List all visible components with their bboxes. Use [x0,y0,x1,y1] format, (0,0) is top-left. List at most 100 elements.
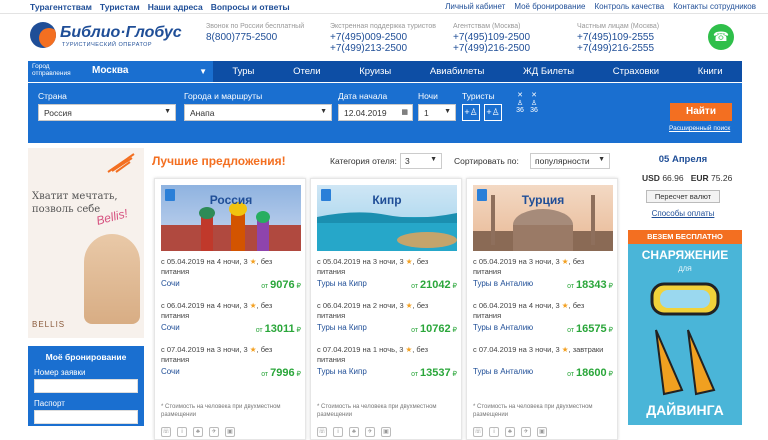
offer-item[interactable]: с 06.04.2019 на 4 ночи, 3 ★, без питания… [473,301,613,351]
promo-banner[interactable]: Хватит мечтать, позволь себе Bellis! BEL… [28,148,144,338]
country-label: Страна [38,91,67,101]
phone-number[interactable]: +7(499)213-2500 [330,43,436,54]
ad-title: СНАРЯЖЕНИЕ [641,248,729,262]
link-my-booking[interactable]: Моё бронирование [514,2,585,11]
payment-methods-link[interactable]: Способы оплаты [624,209,742,218]
nav-item-books[interactable]: Книги [698,66,723,77]
link-tourists[interactable]: Туристам [100,2,140,12]
offer-destination[interactable]: Туры в Анталию [473,367,533,376]
sort-select[interactable]: популярности ▼ [530,153,610,169]
booking-title: Моё бронирование [45,352,127,362]
offer-dates: с 07.04.2019 на 3 ночи, 3 [473,345,560,354]
offer-item[interactable]: с 05.04.2019 на 3 ночи, 3 ★, без питания… [473,257,613,307]
child-slot-1[interactable]: ✕ ♙ 36 [514,91,526,114]
offer-price[interactable]: от 9076 ₽ [261,279,301,291]
phone-label: Агентствам (Москва) [453,23,521,30]
star-icon: ★ [561,301,569,310]
departure-city-value: Москва [92,65,129,76]
offer-dates: с 05.04.2019 на 3 ночи, 3 [317,257,404,266]
star-icon: ★ [561,345,569,354]
order-number-input[interactable] [34,379,138,393]
nav-item-hotels[interactable]: Отели [293,66,320,77]
destination-image[interactable]: Кипр [317,185,457,251]
offer-price[interactable]: от 18343 ₽ [567,279,613,291]
destination-image[interactable]: Турция [473,185,613,251]
date-input[interactable]: 12.04.2019 ▦ [338,104,413,121]
phone-number[interactable]: 8(800)775-2500 [206,32,304,43]
phone-number[interactable]: +7(499)216-2555 [577,43,659,54]
offer-price[interactable]: от 21042 ₽ [411,279,457,291]
passport-input[interactable] [34,410,138,424]
date-value: 12.04.2019 [344,108,387,118]
offer-destination[interactable]: Сочи [161,323,180,332]
offer-destination[interactable]: Туры в Анталию [473,323,533,332]
nav-item-tours[interactable]: Туры [232,66,254,77]
chevron-down-icon: ▼ [320,108,327,115]
link-quality-control[interactable]: Контроль качества [594,2,664,11]
offer-destination[interactable]: Туры на Кипр [317,367,367,376]
star-icon: ★ [249,345,257,354]
offer-item[interactable]: с 06.04.2019 на 4 ночи, 3 ★, без питания… [161,301,301,351]
offer-price[interactable]: от 10762 ₽ [411,323,457,335]
offer-destination[interactable]: Сочи [161,279,180,288]
link-agencies[interactable]: Турагентствам [30,2,92,12]
card-feature-icons: ☏ i ♣ ✈ ▣ [317,427,391,437]
price-value: 18600 [575,367,607,379]
link-personal-account[interactable]: Личный кабинет [445,2,505,11]
hotel-category-label: Категория отеля: [330,156,397,166]
offer-destination[interactable]: Туры в Анталию [473,279,533,288]
offer-item[interactable]: с 05.04.2019 на 4 ночи, 3 ★, без питания… [161,257,301,307]
offer-price[interactable]: от 18600 ₽ [567,367,613,379]
country-select[interactable]: Россия ▼ [38,104,176,121]
offer-destination[interactable]: Сочи [161,367,180,376]
offer-price[interactable]: от 13537 ₽ [411,367,457,379]
offer-destination[interactable]: Туры на Кипр [317,323,367,332]
offer-price[interactable]: от 7996 ₽ [261,367,301,379]
usd-label: USD [642,173,660,183]
booking-widget: Моё бронирование Номер заявки Паспорт [28,346,144,426]
offer-price[interactable]: от 13011 ₽ [256,323,301,335]
star-icon: ★ [561,257,569,266]
card-note: * Стоимость на человека при двухместном … [317,404,437,418]
offer-item[interactable]: с 06.04.2019 на 2 ночи, 3 ★, без питания… [317,301,457,351]
offer-item[interactable]: с 07.04.2019 на 1 ночь, 3 ★, без питания… [317,345,457,395]
link-staff-contacts[interactable]: Контакты сотрудников [673,2,756,11]
offer-price[interactable]: от 16575 ₽ [567,323,613,335]
phone-icon: ☏ [473,427,483,437]
offer-item[interactable]: с 05.04.2019 на 3 ночи, 3 ★, без питания… [317,257,457,307]
diving-ad-banner[interactable]: ВЕЗЕМ БЕСПЛАТНО СНАРЯЖЕНИЕ ДЛЯ ДАЙВИНГА [628,230,742,425]
city-select[interactable]: Анапа ▼ [184,104,332,121]
price-value: 9076 [270,279,295,291]
offer-item[interactable]: с 07.04.2019 на 3 ночи, 3 ★, завтраки Тур… [473,345,613,395]
phone-call-icon[interactable]: ☎ [708,24,734,50]
offer-item[interactable]: с 07.04.2019 на 3 ночи, 3 ★, без питания… [161,345,301,395]
link-addresses[interactable]: Наши адреса [148,2,203,12]
logo[interactable]: Библио·Глобус ТУРИСТИЧЕСКИЙ ОПЕРАТОР [30,22,182,52]
child-add-icon[interactable]: +♙ [484,104,502,121]
child-slot-2[interactable]: ✕ ♙ 36 [528,91,540,114]
hotel-category-select[interactable]: 3 ▼ [400,153,442,169]
nav-item-insurance[interactable]: Страховки [613,66,659,77]
link-faq[interactable]: Вопросы и ответы [211,2,290,12]
calendar-icon[interactable]: ▦ [401,108,408,116]
nav-item-flights[interactable]: Авиабилеты [430,66,484,77]
nav-item-trains[interactable]: ЖД Билеты [523,66,574,77]
departure-city-select[interactable]: Город отправления Москва ▼ [28,61,213,82]
offer-card-turkey: Турция с 05.04.2019 на 3 ночи, 3 ★, без … [466,178,618,440]
currency-converter-button[interactable]: Пересчет валют [646,190,720,203]
nights-select[interactable]: 1 ▼ [418,104,456,121]
brush-stroke-icon [107,153,135,173]
advanced-search-link[interactable]: Расширенный поиск [669,125,730,132]
search-button[interactable]: Найти [670,103,732,121]
destination-image[interactable]: Россия [161,185,301,251]
adult-add-icon[interactable]: +♙ [462,104,480,121]
price-value: 10762 [419,323,451,335]
offer-destination[interactable]: Туры на Кипр [317,279,367,288]
nav-item-cruises[interactable]: Круизы [359,66,391,77]
phone-number[interactable]: +7(499)216-2500 [453,43,530,54]
phone-number[interactable]: +7(495)109-2500 [453,32,530,43]
exchange-rates: USD 66.96 EUR 75.26 [642,173,732,183]
phone-number[interactable]: +7(495)009-2500 [330,32,436,43]
phone-number[interactable]: +7(495)109-2555 [577,32,659,43]
hotel-icon: ▣ [225,427,235,437]
